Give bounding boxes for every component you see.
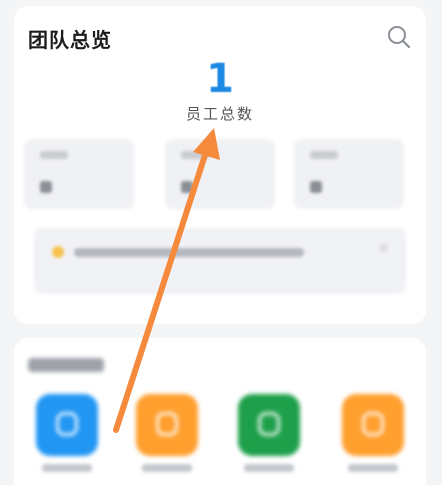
app-tile-4[interactable] xyxy=(342,394,404,456)
stat-value xyxy=(40,181,52,193)
app-icon xyxy=(362,412,384,436)
app-label xyxy=(142,464,192,472)
team-overview-screen: 团队总览 1 员工总数 ✕ xyxy=(0,0,442,485)
search-icon xyxy=(388,26,411,49)
employee-count-label: 员工总数 xyxy=(185,105,254,123)
app-label xyxy=(244,464,294,472)
person-icon xyxy=(56,412,78,436)
employee-count-value[interactable]: 1 xyxy=(14,56,426,102)
briefcase-icon xyxy=(258,412,280,436)
app-tile-2[interactable] xyxy=(136,394,198,456)
stat-label xyxy=(40,151,68,159)
app-tile-1[interactable] xyxy=(36,394,98,456)
app-label xyxy=(42,464,92,472)
stat-card[interactable] xyxy=(24,139,134,209)
app-label xyxy=(348,464,398,472)
stat-label xyxy=(310,151,338,159)
team-overview-card: 团队总览 1 员工总数 ✕ xyxy=(14,6,426,324)
stat-label xyxy=(181,151,209,159)
warning-icon xyxy=(52,246,64,258)
stat-value xyxy=(310,181,322,193)
close-icon[interactable]: ✕ xyxy=(378,242,392,256)
management-card xyxy=(14,338,426,485)
search-button[interactable] xyxy=(386,24,412,50)
person-icon xyxy=(156,412,178,436)
notice-banner[interactable]: ✕ xyxy=(34,228,406,294)
notice-text xyxy=(74,248,304,257)
stat-card[interactable] xyxy=(165,139,275,209)
stat-value xyxy=(181,181,193,193)
page-title: 团队总览 xyxy=(28,28,112,52)
stat-card[interactable] xyxy=(294,139,404,209)
section-title xyxy=(28,358,104,372)
app-tile-3[interactable] xyxy=(238,394,300,456)
